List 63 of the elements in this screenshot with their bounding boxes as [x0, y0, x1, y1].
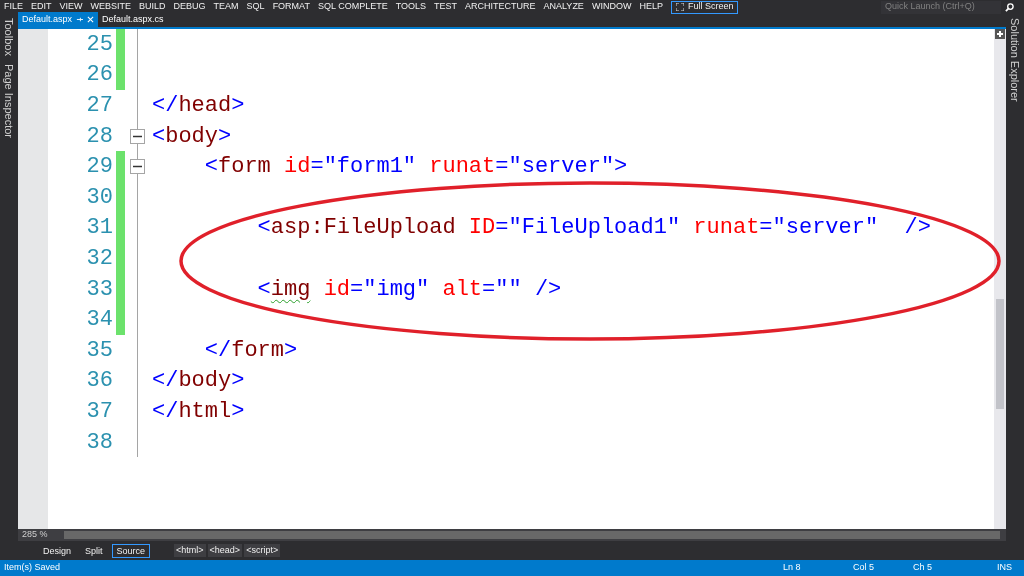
view-tab[interactable]: Source [111, 543, 151, 558]
menu-item[interactable]: HELP [635, 0, 667, 14]
menu-item[interactable]: WEBSITE [86, 0, 136, 14]
menu-item[interactable]: FILE [0, 0, 27, 14]
line-number: 38 [85, 428, 114, 457]
expand-icon [675, 3, 684, 11]
code-line: <form id="form1" runat="server"> [203, 153, 628, 182]
view-tab[interactable]: Split [80, 543, 108, 558]
menu-item[interactable]: SQL COMPLETE [313, 0, 392, 14]
menu-item[interactable]: TEAM [209, 0, 243, 14]
line-number: 30 [85, 183, 114, 212]
character-indicator: Ch 5 [913, 561, 933, 575]
line-number: 37 [85, 397, 114, 426]
line-number: 27 [85, 92, 114, 120]
collapse-icon[interactable] [129, 128, 145, 144]
line-number: 29 [85, 153, 114, 182]
close-icon[interactable] [87, 16, 95, 23]
view-tab[interactable]: Design [38, 543, 76, 558]
horizontal-scrollbar[interactable] [64, 531, 1000, 539]
full-screen-button[interactable]: Full Screen [670, 0, 739, 14]
line-number: 33 [85, 275, 114, 304]
menu-item[interactable]: TOOLS [391, 0, 430, 14]
line-number: 25 [85, 30, 114, 59]
code-line: <body> [151, 122, 232, 151]
code-line: </head> [151, 92, 245, 120]
menu-item[interactable]: DEBUG [169, 0, 210, 14]
code-line: </html> [151, 397, 245, 426]
toolbox-tab[interactable]: Page Inspector [0, 63, 22, 138]
quick-launch-field[interactable]: Quick Launch (Ctrl+Q) [881, 0, 1001, 14]
solution-explorer-tab[interactable]: Solution Explorer [1002, 18, 1024, 102]
column-indicator: Col 5 [853, 561, 875, 575]
menu-item[interactable]: TEST [430, 0, 461, 14]
line-number: 31 [85, 214, 114, 243]
insert-mode: INS [997, 561, 1013, 575]
code-line: <img id="img" alt="" /> [256, 275, 562, 304]
zoom-level[interactable]: 285 % [18, 528, 58, 542]
menu-item[interactable]: VIEW [55, 0, 87, 14]
collapse-icon[interactable] [129, 159, 145, 175]
breadcrumb[interactable]: <head> [207, 543, 243, 558]
breadcrumb[interactable]: <script> [244, 543, 281, 558]
code-line: </body> [151, 367, 245, 396]
breadcrumb[interactable]: <html> [174, 543, 206, 558]
line-number: 34 [85, 306, 114, 335]
line-number: 36 [85, 367, 114, 396]
code-line: <asp:FileUpload ID="FileUpload1" runat="server" /> [256, 214, 931, 243]
line-number: 28 [85, 122, 114, 151]
menu-item[interactable]: ARCHITECTURE [461, 0, 540, 14]
menu-item[interactable]: ANALYZE [539, 0, 588, 14]
scrollbar-thumb[interactable] [996, 299, 1004, 409]
line-number: 32 [85, 244, 114, 273]
line-number: 35 [85, 336, 114, 365]
pin-icon[interactable] [76, 16, 84, 23]
line-indicator: Ln 8 [783, 561, 802, 575]
line-number: 26 [85, 61, 114, 90]
menu-item[interactable]: FORMAT [268, 0, 314, 14]
menu-item[interactable]: WINDOW [587, 0, 636, 14]
menu-item[interactable]: SQL [242, 0, 269, 14]
search-icon [1005, 2, 1014, 12]
status-message: Item(s) Saved [4, 561, 62, 575]
menu-item[interactable]: EDIT [27, 0, 56, 14]
document-tab[interactable]: Default.aspx [18, 12, 99, 27]
code-line: </form> [203, 336, 298, 365]
menu-item[interactable]: BUILD [135, 0, 170, 14]
